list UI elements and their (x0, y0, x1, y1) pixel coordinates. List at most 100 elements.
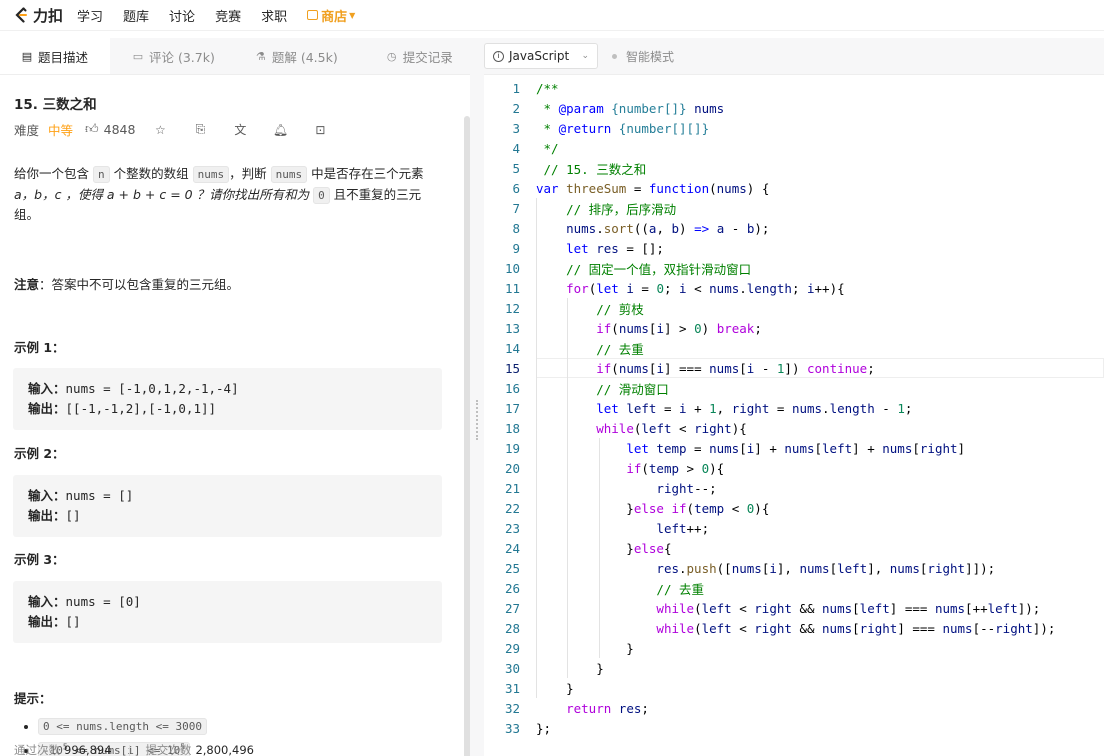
code-line[interactable]: 12 // 剪枝 (484, 298, 1104, 318)
code-line[interactable]: 1 /** (484, 78, 1104, 98)
star-icon[interactable]: ☆ (153, 123, 167, 137)
like-button[interactable]: 👍︎ 4848 (85, 122, 135, 137)
nav-learn[interactable]: 学习 (77, 6, 103, 25)
tab-description[interactable]: ▤ 题目描述 (0, 38, 110, 74)
line-number: 30 (504, 660, 520, 676)
clock-icon: ◷ (386, 49, 397, 63)
tab-submissions[interactable]: ◷ 提交记录 (348, 38, 463, 74)
pane-splitter[interactable] (470, 38, 484, 756)
line-number: 20 (504, 460, 520, 476)
code-text: * @return {number[][]} (536, 120, 710, 136)
line-number: 10 (504, 260, 520, 276)
comment-icon: ▭ (132, 49, 144, 63)
nav-problems[interactable]: 题库 (123, 6, 149, 25)
code-line[interactable]: 31 } (484, 678, 1104, 698)
code-line[interactable]: 13 if(nums[i] > 0) break; (484, 318, 1104, 338)
code-text: res.push([nums[i], nums[left], nums[righ… (656, 560, 996, 576)
flask-icon: ⚗ (255, 49, 266, 63)
code-line[interactable]: 16 // 滑动窗口 (484, 378, 1104, 398)
code-text: } (536, 640, 634, 656)
feedback-icon[interactable]: ⊡ (313, 123, 327, 137)
accepted-label: 通过次数 (14, 743, 60, 756)
code-line[interactable]: 6 var threeSum = function(nums) { (484, 178, 1104, 198)
code-line[interactable]: 9 let res = []; (484, 238, 1104, 258)
code-text: // 排序，后序滑动 (566, 201, 677, 217)
code-text: }else{ (536, 540, 672, 556)
nav-discuss[interactable]: 讨论 (169, 6, 195, 25)
example-input: nums = [] (65, 488, 134, 503)
code-line[interactable]: 4 */ (484, 138, 1104, 158)
code-line[interactable]: 21 right--; (484, 478, 1104, 498)
code-text: let res = []; (566, 240, 664, 256)
desc-text: ，判断 (229, 166, 267, 181)
code-line[interactable]: 23 left++; (484, 518, 1104, 538)
code-line[interactable]: 15 if(nums[i] === nums[i - 1]) continue; (484, 358, 1104, 378)
translate-icon[interactable]: 文 (233, 123, 247, 137)
logo[interactable]: 力扣 (13, 5, 63, 26)
language-select[interactable]: i JavaScript ⌄ (484, 43, 598, 69)
code-text: } (536, 660, 604, 676)
code-text: }; (536, 720, 552, 736)
line-number: 26 (504, 580, 520, 596)
desc-text: 中是否存在三个元素 (311, 166, 424, 181)
code-line[interactable]: 32 return res; (484, 698, 1104, 718)
code-text: nums.sort((a, b) => a - b); (566, 220, 770, 236)
code-line[interactable]: 8 nums.sort((a, b) => a - b); (484, 218, 1104, 238)
tab-description-label: 题目描述 (38, 49, 89, 65)
code-text: // 去重 (596, 341, 644, 357)
line-number: 25 (504, 560, 520, 576)
line-number: 22 (504, 500, 520, 516)
code-line[interactable]: 26 // 去重 (484, 578, 1104, 598)
desc-text: 个整数的数组 (113, 166, 189, 181)
tab-solutions[interactable]: ⚗ 题解 (4.5k) (225, 38, 348, 74)
line-number: 16 (504, 380, 520, 396)
smart-mode-toggle[interactable]: 智能模式 (612, 48, 674, 65)
line-number: 32 (504, 700, 520, 716)
desc-text: 组。 (14, 207, 40, 222)
code-line[interactable]: 28 while(left < right && nums[right] ===… (484, 618, 1104, 638)
accepted-count: 996,894 (64, 743, 112, 756)
code-editor[interactable]: 1/** 2 * @param {number[]} nums 3 * @retur… (484, 76, 1104, 756)
code-line[interactable]: 10 // 固定一个值，双指针滑动窗口 (484, 258, 1104, 278)
code-line[interactable]: 11 for(let i = 0; i < nums.length; i++){ (484, 278, 1104, 298)
bell-icon[interactable]: 🔔︎ (273, 123, 288, 137)
code-text: // 滑动窗口 (596, 381, 669, 397)
code-text: * @param {number[]} nums (536, 100, 725, 116)
code-text: if(nums[i] === nums[i - 1]) continue; (596, 360, 875, 376)
code-line[interactable]: 24 }else{ (484, 538, 1104, 558)
problem-title: 15. 三数之和 (14, 97, 97, 113)
line-number: 19 (504, 440, 520, 456)
desc-text: 给你一个包含 (14, 166, 90, 181)
nav-contest[interactable]: 竞赛 (215, 6, 241, 25)
nav-jobs[interactable]: 求职 (261, 6, 287, 25)
tab-comments[interactable]: ▭ 评论 (3.7k) (110, 38, 225, 74)
code-line[interactable]: 33}; (484, 718, 1104, 738)
thumbs-up-icon: 👍︎ (85, 122, 99, 137)
tab-solutions-label: 题解 (4.5k) (271, 49, 338, 65)
code-line[interactable]: 19 let temp = nums[i] + nums[left] + num… (484, 438, 1104, 458)
code-line[interactable]: 25 res.push([nums[i], nums[left], nums[r… (484, 558, 1104, 578)
code-line[interactable]: 20 if(temp > 0){ (484, 458, 1104, 478)
line-number: 27 (504, 600, 520, 616)
code-text: for(let i = 0; i < nums.length; i++){ (566, 280, 845, 296)
code-line[interactable]: 5 // 15. 三数之和 (484, 158, 1104, 178)
leetcode-logo-icon (13, 7, 29, 23)
line-number: 24 (504, 540, 520, 556)
tab-submissions-label: 提交记录 (402, 49, 453, 65)
nav-store[interactable]: 商店 ▼ (307, 6, 355, 25)
example-title: 示例 2： (14, 446, 65, 461)
code-text: }else if(temp < 0){ (536, 500, 770, 516)
code-line[interactable]: 7 // 排序，后序滑动 (484, 198, 1104, 218)
share-icon[interactable]: ⎘ (193, 122, 207, 137)
code-line[interactable]: 18 while(left < right){ (484, 418, 1104, 438)
code-line[interactable]: 2 * @param {number[]} nums (484, 98, 1104, 118)
code-line[interactable]: 17 let left = i + 1, right = nums.length… (484, 398, 1104, 418)
code-line[interactable]: 27 while(left < right && nums[left] === … (484, 598, 1104, 618)
code-text: return res; (566, 700, 649, 716)
drag-handle-icon (476, 400, 478, 440)
code-line[interactable]: 29 } (484, 638, 1104, 658)
code-line[interactable]: 3 * @return {number[][]} (484, 118, 1104, 138)
code-line[interactable]: 14 // 去重 (484, 338, 1104, 358)
code-line[interactable]: 30 } (484, 658, 1104, 678)
code-line[interactable]: 22 }else if(temp < 0){ (484, 498, 1104, 518)
